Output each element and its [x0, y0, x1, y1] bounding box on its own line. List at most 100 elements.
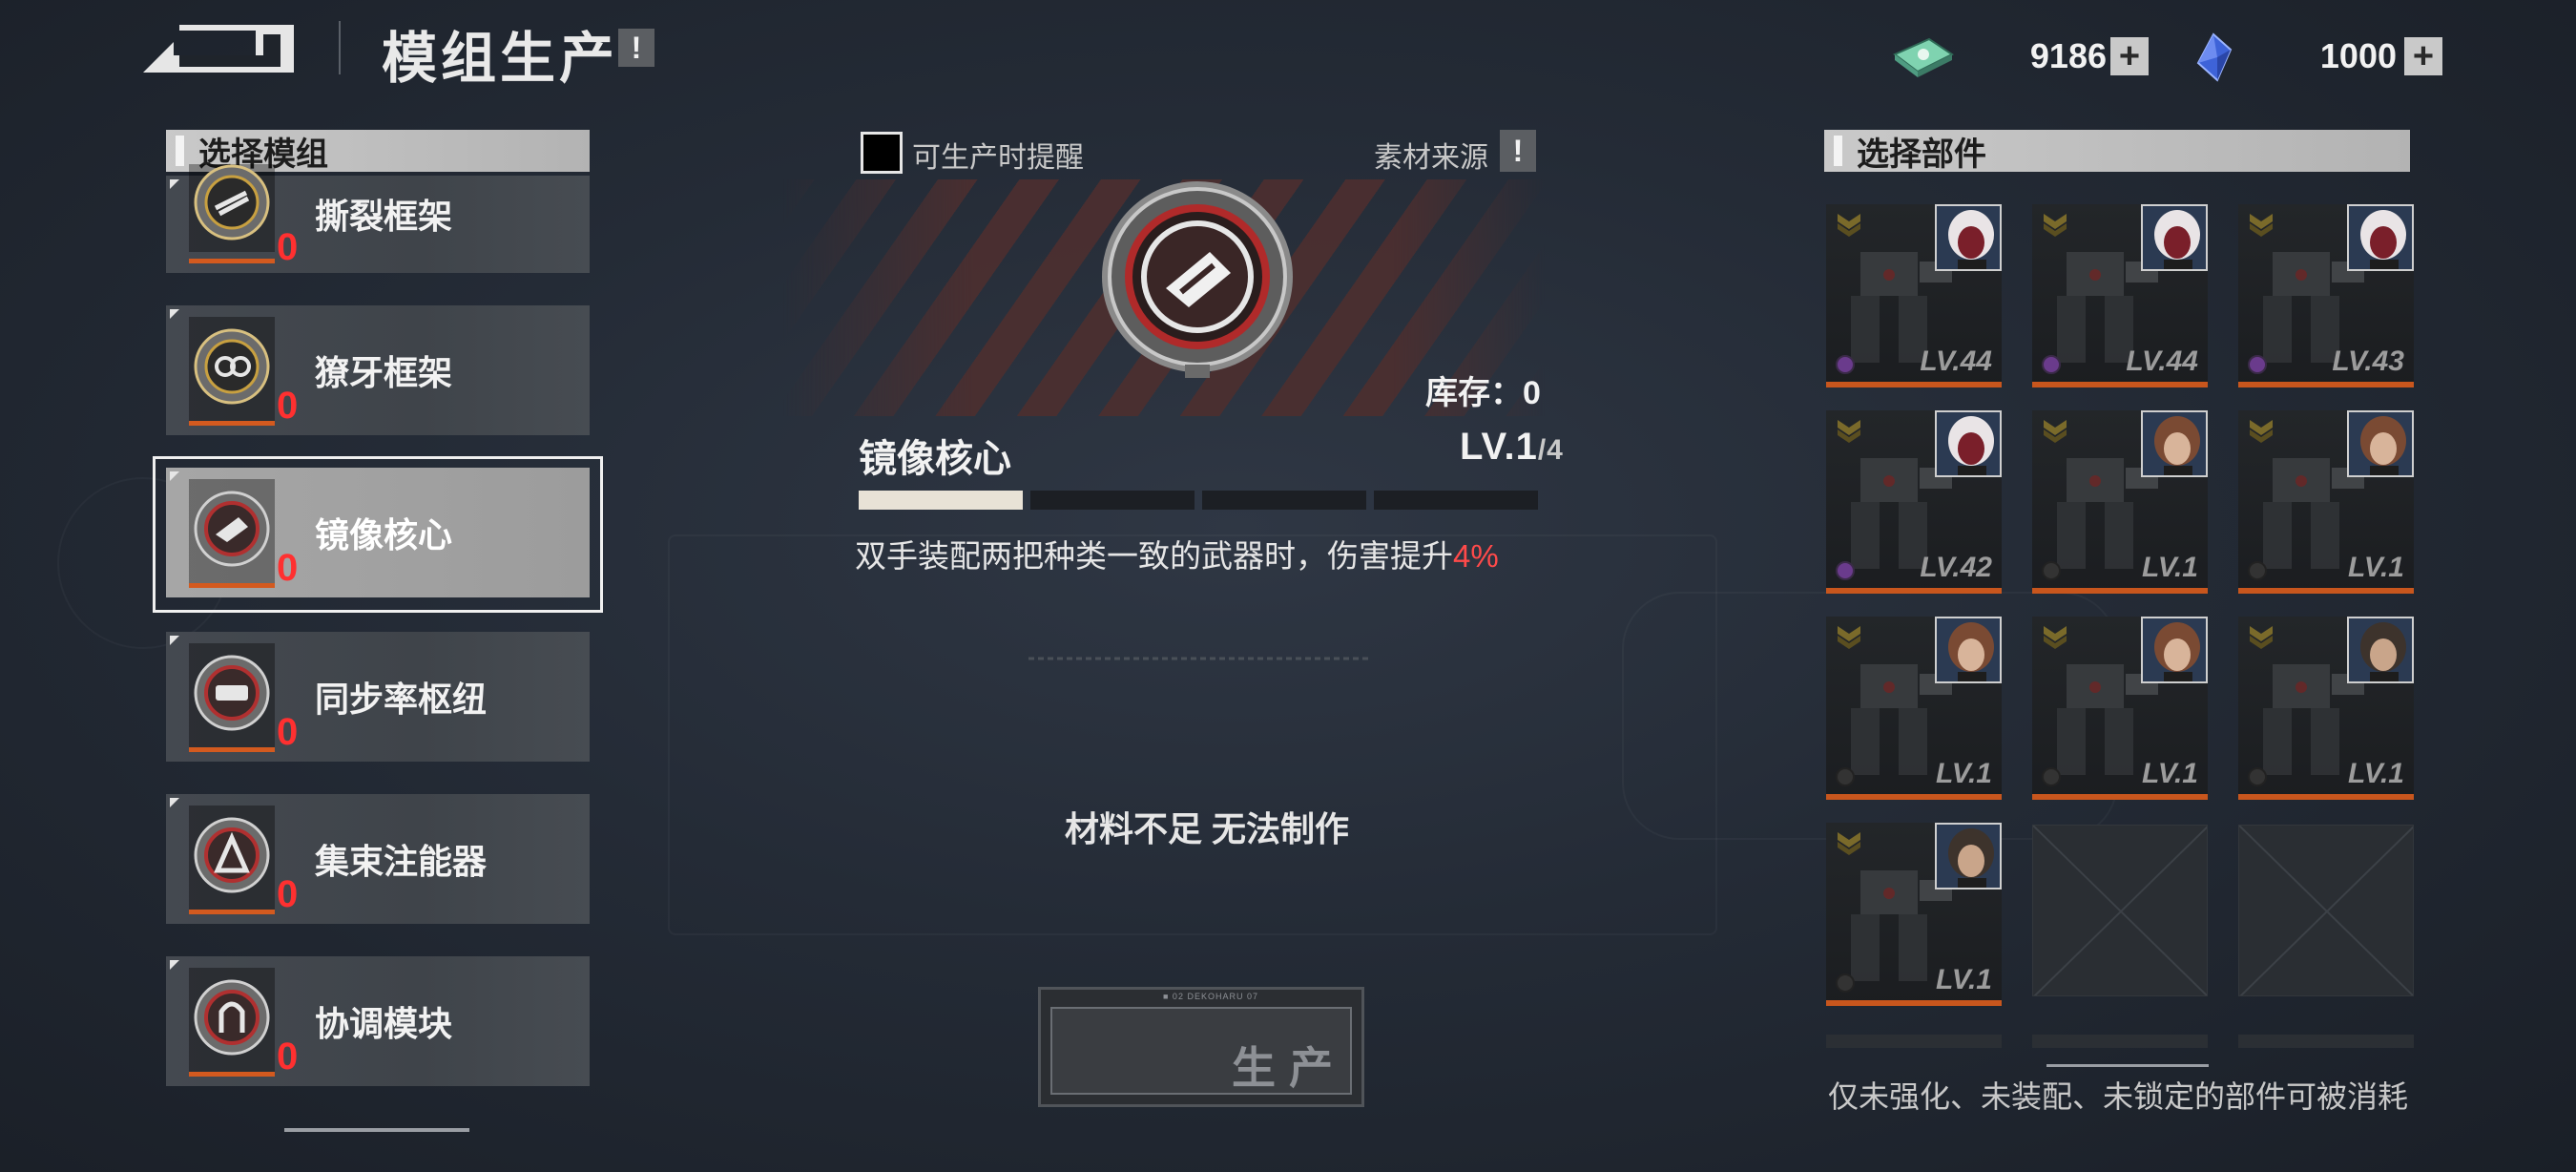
partial-part-slot [2238, 1035, 2414, 1048]
level-segment [1030, 491, 1195, 510]
blue-crystal-icon [2194, 32, 2233, 82]
module-item-coordination-module[interactable]: 0 协调模块 [166, 956, 590, 1086]
part-card[interactable]: LV.1 [2032, 617, 2208, 800]
module-item-fang-frame[interactable]: 0 獠牙框架 [166, 305, 590, 435]
part-card[interactable]: LV.44 [1826, 204, 2002, 387]
core-gem-icon [1836, 767, 1855, 786]
pilot-portrait-icon [2141, 410, 2208, 477]
part-level: LV.1 [2142, 758, 2198, 789]
page-title: 模组生产 [382, 28, 619, 90]
module-bar [189, 910, 275, 914]
insufficient-materials-text: 材料不足 无法制作 [1065, 809, 1350, 848]
selection-frame [153, 456, 603, 613]
consume-note: 仅未强化、未装配、未锁定的部件可被消耗 [1828, 1079, 2409, 1114]
module-name: 同步率枢纽 [315, 680, 488, 719]
parts-scrollbar[interactable] [2046, 1064, 2209, 1067]
part-card[interactable]: LV.1 [1826, 823, 2002, 1006]
module-name: 集束注能器 [315, 842, 488, 881]
core-gem-icon [2248, 355, 2267, 374]
coordination-module-icon [189, 968, 275, 1075]
part-level: LV.1 [2348, 758, 2404, 789]
pilot-portrait-icon [2347, 410, 2414, 477]
pilot-portrait-icon [2141, 617, 2208, 683]
part-card[interactable]: LV.1 [2238, 617, 2414, 800]
module-bar [189, 259, 275, 263]
cash-bundle-icon [1891, 33, 1956, 79]
pilot-portrait-icon [2141, 204, 2208, 271]
core-gem-icon [1836, 973, 1855, 993]
produce-button-code: ■ 02 DEKOHARU 07 [1163, 992, 1258, 1001]
part-card[interactable]: LV.42 [1826, 410, 2002, 594]
core-gem-icon [2042, 767, 2061, 786]
module-count: 0 [277, 873, 299, 915]
module-name: 协调模块 [315, 1004, 453, 1043]
sync-hub-icon [189, 643, 275, 750]
module-count: 0 [277, 226, 299, 268]
add-credits-button[interactable]: + [2110, 37, 2149, 75]
material-source-label[interactable]: 素材来源 [1374, 134, 1488, 176]
module-list-scrollbar[interactable] [284, 1128, 469, 1132]
pilot-portrait-icon [1935, 204, 2002, 271]
beam-injector-icon [189, 806, 275, 912]
level-max: /4 [1537, 434, 1564, 466]
description-value: 4% [1453, 538, 1499, 574]
part-level: LV.44 [1920, 345, 1992, 377]
partial-part-slot [2032, 1035, 2208, 1048]
pilot-portrait-icon [1935, 410, 2002, 477]
module-bar [189, 747, 275, 752]
core-gem-icon [2042, 355, 2061, 374]
level-current: LV.1 [1460, 426, 1538, 468]
header-divider [339, 21, 341, 74]
module-count: 0 [277, 385, 299, 427]
core-gem-icon [2042, 561, 2061, 580]
module-count: 0 [277, 711, 299, 753]
pilot-portrait-icon [1935, 617, 2002, 683]
part-card[interactable]: LV.44 [2032, 204, 2208, 387]
stock-label: 库存：0 [1425, 375, 1541, 411]
credits-value: 9186 [2029, 36, 2107, 75]
remind-checkbox[interactable] [861, 132, 903, 174]
empty-part-slot [2032, 825, 2208, 996]
part-rarity-bar [1826, 794, 2002, 800]
part-rarity-bar [2032, 794, 2208, 800]
part-level: LV.1 [2348, 552, 2404, 583]
module-title: 镜像核心 [859, 438, 1011, 480]
part-level: LV.1 [2142, 552, 2198, 583]
core-gem-icon [1836, 355, 1855, 374]
help-button[interactable]: ! [618, 29, 654, 67]
part-rarity-bar [2238, 382, 2414, 387]
add-crystal-button[interactable]: + [2404, 37, 2442, 75]
description-text: 双手装配两把种类一致的武器时，伤害提升 [855, 538, 1453, 574]
part-card[interactable]: LV.43 [2238, 204, 2414, 387]
level-segment [1374, 491, 1538, 510]
module-item-sync-hub[interactable]: 0 同步率枢纽 [166, 632, 590, 762]
level-segment [1202, 491, 1366, 510]
module-name: 獠牙框架 [315, 353, 453, 392]
part-card[interactable]: LV.1 [2238, 410, 2414, 594]
part-rarity-bar [1826, 1000, 2002, 1006]
crystal-value: 1000 [2319, 36, 2397, 75]
produce-button[interactable]: ■ 02 DEKOHARU 07 生产 [1038, 987, 1364, 1107]
module-item-tear-frame[interactable]: 0 撕裂框架 [166, 164, 590, 273]
material-source-help-button[interactable]: ! [1500, 130, 1536, 172]
mirror-core-emblem-icon [1097, 181, 1298, 382]
level-segment [859, 491, 1023, 510]
select-parts-header: 选择部件 [1824, 130, 2410, 173]
module-bar [189, 421, 275, 426]
pilot-portrait-icon [2347, 617, 2414, 683]
back-button[interactable] [141, 23, 296, 74]
module-count: 0 [277, 1036, 299, 1078]
decorative-divider [1028, 657, 1372, 660]
pilot-portrait-icon [1935, 823, 2002, 889]
tear-frame-icon [189, 164, 275, 252]
partial-part-slot [1826, 1035, 2002, 1048]
core-gem-icon [2248, 561, 2267, 580]
module-item-beam-injector[interactable]: 0 集束注能器 [166, 794, 590, 924]
fang-frame-icon [189, 317, 275, 424]
part-card[interactable]: LV.1 [1826, 617, 2002, 800]
part-card[interactable]: LV.1 [2032, 410, 2208, 594]
back-arrow-icon [143, 25, 294, 73]
core-gem-icon [2248, 767, 2267, 786]
module-level: LV.1/4 [1460, 426, 1564, 469]
part-level: LV.43 [2332, 345, 2404, 377]
